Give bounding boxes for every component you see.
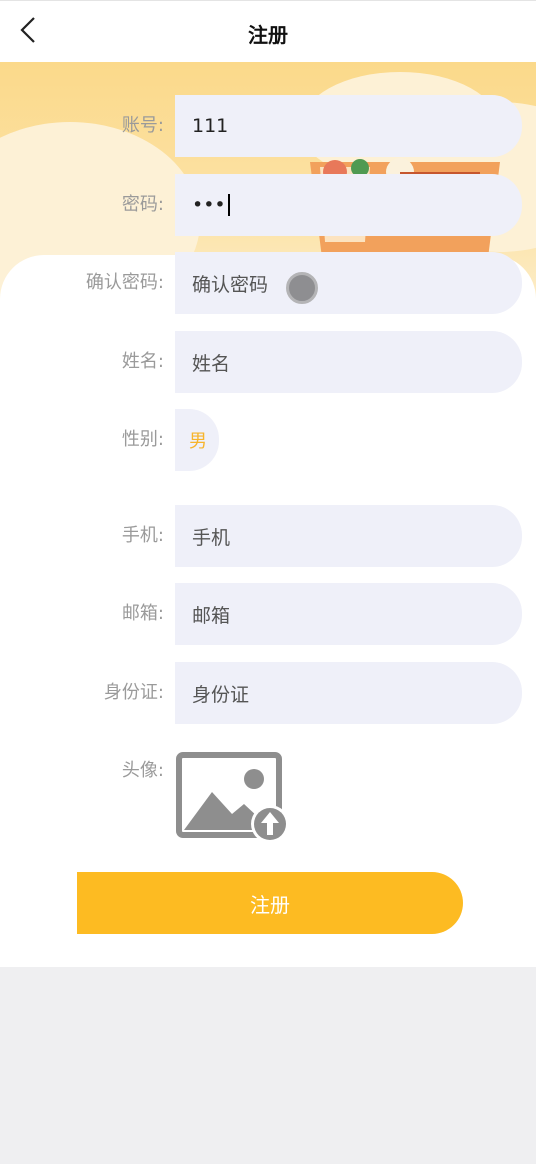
confirm-password-label: 确认密码:: [85, 272, 164, 293]
name-input[interactable]: 姓名: [175, 331, 522, 393]
phone-placeholder: 手机: [192, 526, 231, 549]
avatar-upload-button[interactable]: [176, 752, 292, 844]
gender-row: 性别: 男: [0, 409, 536, 471]
account-row: 账号: 111: [0, 95, 536, 157]
header-bar: 注册: [0, 0, 536, 62]
gender-select[interactable]: 男: [175, 409, 219, 471]
id-card-placeholder: 身份证: [192, 683, 250, 706]
password-input[interactable]: •••: [175, 174, 522, 236]
confirm-password-placeholder: 确认密码: [192, 273, 269, 296]
id-card-row: 身份证: 身份证: [0, 662, 536, 724]
confirm-password-input[interactable]: 确认密码: [175, 252, 522, 314]
phone-row: 手机: 手机: [0, 505, 536, 567]
gender-label: 性别:: [121, 429, 164, 450]
name-placeholder: 姓名: [192, 352, 231, 375]
account-input[interactable]: 111: [175, 95, 522, 157]
account-label: 账号:: [121, 115, 164, 136]
page-title: 注册: [248, 23, 288, 47]
touch-indicator: [286, 272, 318, 304]
confirm-password-row: 确认密码: 确认密码: [0, 252, 536, 314]
bottom-background: [0, 967, 536, 1164]
email-placeholder: 邮箱: [192, 604, 231, 627]
email-label: 邮箱:: [121, 603, 164, 624]
email-input[interactable]: 邮箱: [175, 583, 522, 645]
register-button-label: 注册: [250, 892, 290, 917]
gender-value: 男: [189, 431, 207, 452]
name-label: 姓名:: [121, 351, 164, 372]
phone-input[interactable]: 手机: [175, 505, 522, 567]
name-row: 姓名: 姓名: [0, 331, 536, 393]
id-card-input[interactable]: 身份证: [175, 662, 522, 724]
password-row: 密码: •••: [0, 174, 536, 236]
password-label: 密码:: [121, 194, 164, 215]
text-caret: [227, 194, 230, 216]
image-upload-icon: [176, 752, 289, 843]
email-row: 邮箱: 邮箱: [0, 583, 536, 645]
phone-label: 手机:: [121, 525, 164, 546]
avatar-label: 头像:: [121, 760, 164, 781]
id-card-label: 身份证:: [103, 682, 164, 703]
password-value: •••: [192, 194, 226, 216]
account-value: 111: [192, 115, 229, 137]
register-button[interactable]: 注册: [77, 872, 463, 934]
